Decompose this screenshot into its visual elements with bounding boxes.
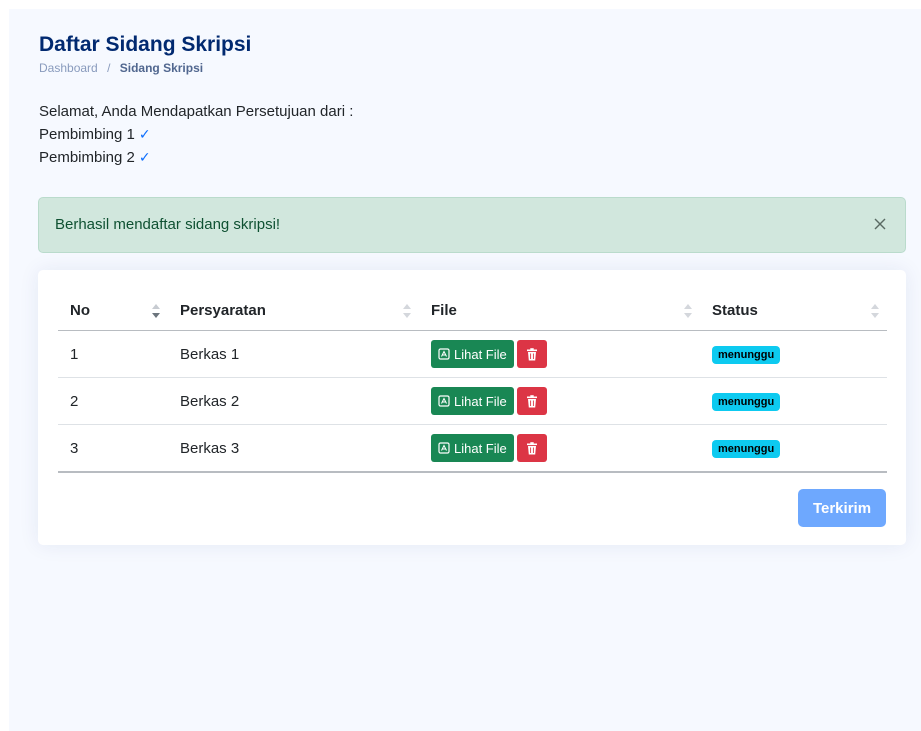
column-header-persyaratan[interactable]: Persyaratan xyxy=(168,290,419,331)
approval-item-label: Pembimbing 2 xyxy=(39,149,135,166)
page-title: Daftar Sidang Skripsi xyxy=(39,33,252,56)
view-file-label: Lihat File xyxy=(454,346,507,362)
pdf-file-icon xyxy=(438,395,450,407)
table-row: 3 Berkas 3 Lihat File menunggu xyxy=(58,424,887,473)
trash-icon xyxy=(526,441,537,454)
pdf-file-icon xyxy=(438,442,450,454)
column-header-label: Persyaratan xyxy=(180,301,266,319)
sort-icon xyxy=(403,304,411,318)
cell-status: menunggu xyxy=(700,330,887,378)
breadcrumb-current: Sidang Skripsi xyxy=(119,61,204,75)
submitted-button[interactable]: Terkirim xyxy=(798,489,886,527)
cell-file: Lihat File xyxy=(419,330,700,378)
cell-no: 2 xyxy=(58,377,168,425)
main-content: Daftar Sidang Skripsi Dashboard / Sidang… xyxy=(9,9,921,731)
cell-status: menunggu xyxy=(700,424,887,473)
cell-no: 1 xyxy=(58,330,168,378)
view-file-label: Lihat File xyxy=(454,393,507,409)
sort-desc-icon xyxy=(152,304,160,318)
table-row: 2 Berkas 2 Lihat File menunggu xyxy=(58,377,887,425)
delete-button[interactable] xyxy=(516,434,547,462)
view-file-button[interactable]: Lihat File xyxy=(431,387,514,415)
trash-icon xyxy=(526,347,537,360)
column-header-label: No xyxy=(70,301,90,319)
column-header-status[interactable]: Status xyxy=(700,290,887,331)
column-header-no[interactable]: No xyxy=(58,290,168,331)
approval-info: Selamat, Anda Mendapatkan Persetujuan da… xyxy=(39,100,353,169)
status-badge: menunggu xyxy=(712,345,781,364)
approval-item: Pembimbing 1 ✓ xyxy=(39,123,353,146)
approval-intro: Selamat, Anda Mendapatkan Persetujuan da… xyxy=(39,103,354,120)
view-file-button[interactable]: Lihat File xyxy=(431,434,514,462)
breadcrumb-separator: / xyxy=(107,61,111,75)
cell-persyaratan: Berkas 3 xyxy=(168,424,419,473)
cell-file: Lihat File xyxy=(419,424,700,473)
sort-icon xyxy=(684,304,692,318)
table-row: 1 Berkas 1 Lihat File menunggu xyxy=(58,330,887,378)
view-file-label: Lihat File xyxy=(454,440,507,456)
cell-no: 3 xyxy=(58,424,168,473)
check-icon: ✓ xyxy=(138,149,151,165)
cell-persyaratan: Berkas 1 xyxy=(168,330,419,378)
status-badge: menunggu xyxy=(712,439,781,458)
column-header-label: File xyxy=(431,301,457,319)
alert-message: Berhasil mendaftar sidang skripsi! xyxy=(55,216,281,233)
column-header-label: Status xyxy=(712,301,758,319)
cell-file: Lihat File xyxy=(419,377,700,425)
cell-persyaratan: Berkas 2 xyxy=(168,377,419,425)
column-header-file[interactable]: File xyxy=(419,290,700,331)
breadcrumb: Dashboard / Sidang Skripsi xyxy=(39,61,203,75)
check-icon: ✓ xyxy=(138,126,151,142)
cell-status: menunggu xyxy=(700,377,887,425)
pdf-file-icon xyxy=(438,348,450,360)
requirements-table: No Persyaratan File Status 1 Berkas 1 Li… xyxy=(58,290,887,473)
sort-icon xyxy=(871,304,879,318)
delete-button[interactable] xyxy=(516,387,547,415)
success-alert: Berhasil mendaftar sidang skripsi! xyxy=(38,197,906,253)
requirements-card: No Persyaratan File Status 1 Berkas 1 Li… xyxy=(38,270,906,545)
breadcrumb-dashboard-link[interactable]: Dashboard xyxy=(39,61,98,75)
table-header-row: No Persyaratan File Status xyxy=(58,290,887,331)
status-badge: menunggu xyxy=(712,392,781,411)
approval-item: Pembimbing 2 ✓ xyxy=(39,146,353,169)
close-icon[interactable] xyxy=(869,213,891,235)
approval-item-label: Pembimbing 1 xyxy=(39,126,135,143)
delete-button[interactable] xyxy=(516,340,547,368)
view-file-button[interactable]: Lihat File xyxy=(431,340,514,368)
trash-icon xyxy=(526,394,537,407)
